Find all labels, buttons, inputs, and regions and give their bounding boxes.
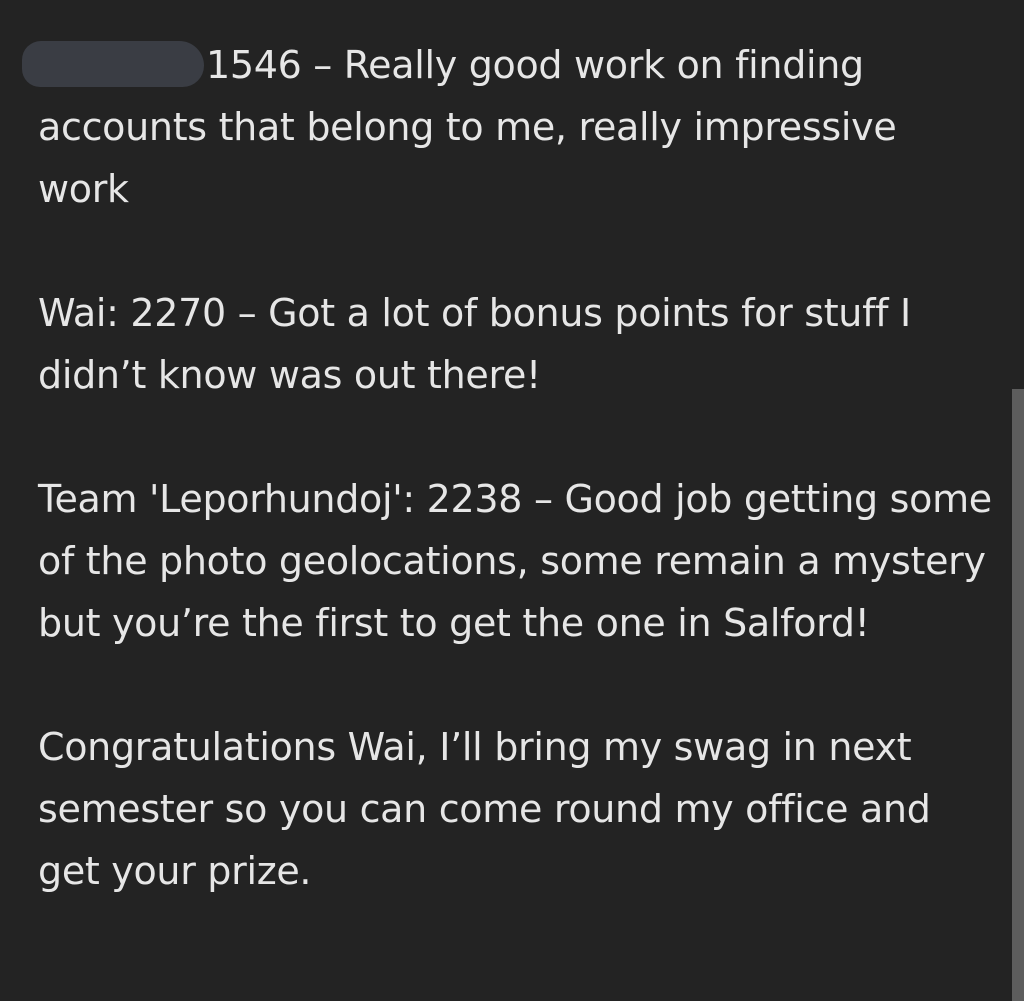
score-entry-wai: Wai: 2270 – Got a lot of bonus points fo…	[38, 282, 998, 406]
closing-text: Congratulations Wai, I’ll bring my swag …	[38, 725, 931, 893]
score-entry-redacted: 1546 – Really good work on finding accou…	[22, 34, 998, 220]
closing-paragraph: Congratulations Wai, I’ll bring my swag …	[38, 716, 998, 902]
vertical-scrollbar[interactable]	[1012, 389, 1024, 1001]
score-entry-text: Team 'Leporhundoj': 2238 – Good job gett…	[38, 477, 992, 645]
score-entry-team: Team 'Leporhundoj': 2238 – Good job gett…	[38, 468, 998, 654]
message-body: 1546 – Really good work on finding accou…	[22, 34, 998, 902]
redacted-name-blob	[22, 41, 204, 87]
message-view: 1546 – Really good work on finding accou…	[0, 0, 1024, 1001]
score-entry-text: Wai: 2270 – Got a lot of bonus points fo…	[38, 291, 911, 397]
